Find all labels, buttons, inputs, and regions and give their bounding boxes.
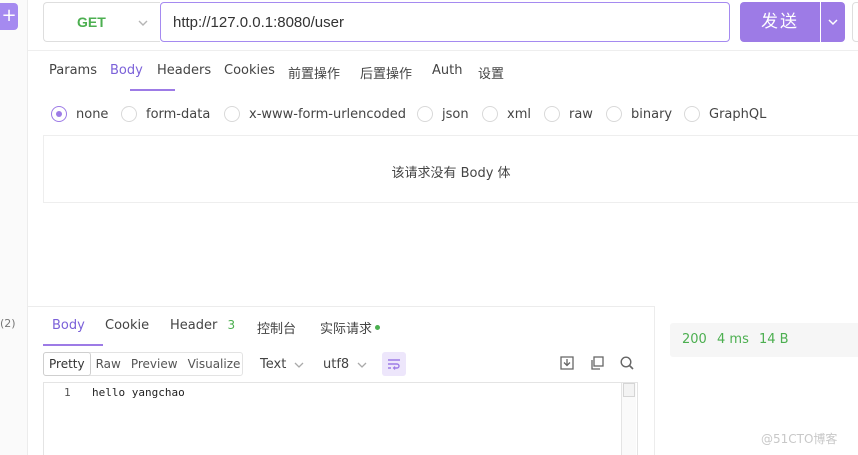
radio-icon (606, 106, 622, 122)
encoding-value: utf8 (323, 357, 350, 372)
watermark: @51CTO博客 (761, 432, 838, 446)
tab-body[interactable]: Body (110, 63, 143, 78)
body-type-label: json (442, 106, 469, 122)
header-count-badge: 3 (227, 318, 236, 332)
radio-icon (224, 106, 240, 122)
response-status-bar: 200 4 ms 14 B (670, 323, 858, 357)
add-tab-button[interactable]: + (0, 3, 18, 30)
radio-icon (684, 106, 700, 122)
status-dot-icon (375, 325, 381, 330)
sidebar-count: (2) (0, 317, 16, 330)
tab-cookies[interactable]: Cookies (224, 63, 275, 78)
chevron-down-icon (294, 362, 304, 368)
response-body-text: hello yangchao (92, 386, 185, 399)
format-visualize-button[interactable]: Visualize (183, 353, 246, 375)
body-type-label: GraphQL (709, 106, 767, 122)
body-type-none[interactable]: none (51, 105, 108, 123)
status-code: 200 (682, 332, 707, 347)
extra-button-edge[interactable] (852, 2, 858, 42)
format-raw-button[interactable]: Raw (91, 353, 126, 375)
send-options-button[interactable] (821, 2, 845, 42)
body-type-json[interactable]: json (417, 105, 469, 123)
empty-body-panel: 该请求没有 Body 体 (43, 135, 858, 203)
search-icon[interactable] (619, 355, 635, 371)
tab-headers[interactable]: Headers (157, 63, 211, 78)
wrap-lines-button[interactable] (382, 352, 406, 376)
body-type-label: x-www-form-urlencoded (249, 106, 407, 122)
send-button[interactable]: 发送 (740, 2, 820, 42)
response-tab-header-label: Header (170, 318, 218, 333)
response-tab-header[interactable]: Header 3 (170, 318, 235, 333)
response-tab-actual-request[interactable]: 实际请求 (320, 318, 381, 337)
request-tabs: Params Body Headers Cookies 前置操作 后置操作 Au… (28, 50, 858, 91)
body-type-label: raw (569, 106, 593, 122)
body-type-form-data[interactable]: form-data (121, 105, 210, 123)
format-button-group: Pretty Raw Preview Visualize (43, 352, 243, 376)
body-type-graphql[interactable]: GraphQL (684, 105, 766, 123)
body-type-label: form-data (146, 106, 211, 122)
tab-params[interactable]: Params (49, 63, 97, 78)
radio-icon (417, 106, 433, 122)
tab-pre-operations[interactable]: 前置操作 (288, 63, 340, 82)
empty-body-message: 该请求没有 Body 体 (391, 166, 511, 181)
response-toolbar: Pretty Raw Preview Visualize Text utf8 (28, 347, 655, 383)
chevron-down-icon (138, 20, 148, 26)
response-panel: Body Cookie Header 3 控制台 实际请求 Pretty Raw… (28, 306, 655, 455)
response-size: 14 B (759, 332, 789, 347)
active-tab-underline (130, 89, 175, 91)
tab-settings[interactable]: 设置 (478, 63, 504, 82)
format-preview-button[interactable]: Preview (126, 353, 183, 375)
format-type-value: Text (260, 357, 287, 372)
wrap-lines-icon (388, 359, 400, 370)
response-time: 4 ms (717, 332, 749, 347)
url-input[interactable] (160, 2, 730, 42)
radio-icon (121, 106, 137, 122)
encoding-select[interactable]: utf8 (323, 357, 367, 372)
radio-icon (544, 106, 560, 122)
response-code-editor[interactable]: 1 hello yangchao (43, 382, 638, 455)
chevron-down-icon (828, 19, 838, 26)
chevron-down-icon (357, 362, 367, 368)
response-tab-console[interactable]: 控制台 (257, 318, 296, 337)
body-type-xml[interactable]: xml (482, 105, 531, 123)
scrollbar-thumb[interactable] (623, 383, 635, 397)
line-number: 1 (64, 386, 71, 399)
radio-checked-icon (51, 106, 67, 122)
body-type-label: none (76, 106, 109, 122)
left-sidebar-strip (0, 0, 28, 455)
response-tab-actual-request-label: 实际请求 (320, 322, 373, 337)
radio-icon (482, 106, 498, 122)
response-tab-body[interactable]: Body (52, 318, 85, 333)
download-icon[interactable] (559, 355, 575, 371)
method-label: GET (77, 14, 106, 30)
copy-icon[interactable] (589, 355, 605, 371)
active-response-tab-underline (43, 344, 103, 346)
body-type-binary[interactable]: binary (606, 105, 672, 123)
body-type-raw[interactable]: raw (544, 105, 593, 123)
response-tab-cookie[interactable]: Cookie (105, 318, 149, 333)
vertical-scrollbar[interactable] (621, 382, 636, 455)
tab-auth[interactable]: Auth (432, 63, 462, 78)
body-type-x-www-form-urlencoded[interactable]: x-www-form-urlencoded (224, 105, 406, 123)
method-select[interactable]: GET (43, 2, 160, 42)
tab-post-operations[interactable]: 后置操作 (360, 63, 412, 82)
body-type-label: xml (507, 106, 531, 122)
format-type-select[interactable]: Text (260, 357, 304, 372)
format-pretty-button[interactable]: Pretty (43, 352, 91, 376)
body-type-label: binary (631, 106, 673, 122)
